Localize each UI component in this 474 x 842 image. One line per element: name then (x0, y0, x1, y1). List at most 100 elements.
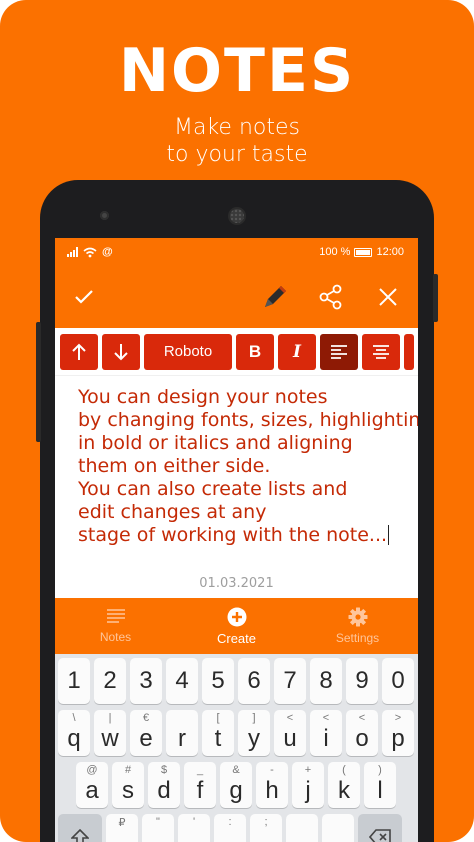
key-alt: [ (216, 712, 220, 724)
shift-key[interactable] (58, 814, 102, 842)
nav-settings[interactable]: Settings (297, 598, 418, 654)
key-label: h (265, 777, 279, 804)
note-editor[interactable]: You can design your notes by changing fo… (55, 376, 418, 598)
close-button[interactable] (371, 280, 405, 314)
align-center-icon (373, 344, 389, 359)
key-alt: ( (342, 764, 346, 776)
align-left-icon (331, 344, 347, 359)
key-9[interactable]: 9 (346, 658, 378, 704)
key-5[interactable]: 5 (202, 658, 234, 704)
arrow-up-icon (72, 343, 86, 360)
key-label: u (283, 725, 297, 752)
key-alt: & (232, 764, 240, 776)
key-a[interactable]: @ a (76, 762, 108, 808)
key-label: d (157, 777, 171, 804)
edit-button[interactable] (258, 280, 292, 314)
key-l[interactable]: ) l (364, 762, 396, 808)
key-alt: - (270, 764, 274, 776)
note-date: 01.03.2021 (199, 576, 274, 591)
key-h[interactable]: -h (256, 762, 288, 808)
note-line: You can design your notes (78, 386, 328, 408)
key-7[interactable]: 7 (274, 658, 306, 704)
key-m[interactable] (322, 814, 354, 842)
key-o[interactable]: < o (346, 710, 378, 756)
key-f[interactable]: _ f (184, 762, 216, 808)
key-label: 1 (67, 667, 81, 694)
key-v[interactable]: : (214, 814, 246, 842)
note-line: in bold or italics and aligning (78, 432, 353, 454)
check-icon (75, 290, 93, 304)
key-d[interactable]: $ d (148, 762, 180, 808)
key-alt: # (124, 764, 132, 776)
key-8[interactable]: 8 (310, 658, 342, 704)
key-0[interactable]: 0 (382, 658, 414, 704)
front-camera (100, 211, 109, 220)
key-label: 2 (103, 667, 117, 694)
key-u[interactable]: < u (274, 710, 306, 756)
promo-subtitle-line: Make notes (174, 115, 300, 140)
key-label: 4 (175, 667, 189, 694)
key-4[interactable]: 4 (166, 658, 198, 704)
key-label: e (139, 725, 153, 752)
signal-icon (67, 247, 78, 257)
battery-percent: 100 % (319, 246, 351, 258)
share-button[interactable] (314, 280, 348, 314)
clock: 12:00 (376, 246, 404, 258)
key-alt: < (322, 712, 330, 724)
key-alt: > (394, 712, 402, 724)
key-z[interactable]: ₽ (106, 814, 138, 842)
key-x[interactable]: " (142, 814, 174, 842)
bottom-navigation: Notes Create Settings (55, 598, 418, 654)
app-toolbar (55, 266, 418, 328)
key-g[interactable]: & g (220, 762, 252, 808)
keyboard-letter-row-1: \ q | w € e r [t ] y < u < i < o > p (58, 710, 415, 756)
key-label: 9 (355, 667, 369, 694)
key-2[interactable]: 2 (94, 658, 126, 704)
key-q[interactable]: \ q (58, 710, 90, 756)
key-alt: " (156, 816, 160, 828)
note-line: them on either side. (78, 455, 271, 477)
key-alt: < (358, 712, 366, 724)
key-6[interactable]: 6 (238, 658, 270, 704)
key-k[interactable]: (k (328, 762, 360, 808)
key-j[interactable]: + j (292, 762, 324, 808)
align-right-button[interactable] (404, 333, 414, 370)
key-w[interactable]: | w (94, 710, 126, 756)
key-3[interactable]: 3 (130, 658, 162, 704)
keyboard-letter-row-3: ₽ " ' : ; (58, 814, 415, 842)
key-n[interactable] (286, 814, 318, 842)
move-down-button[interactable] (102, 333, 140, 370)
key-alt: | (108, 712, 112, 724)
key-1[interactable]: 1 (58, 658, 90, 704)
align-center-button[interactable] (362, 333, 400, 370)
key-b[interactable]: ; (250, 814, 282, 842)
key-label: t (214, 725, 222, 752)
share-icon (319, 284, 342, 310)
check-button[interactable] (67, 280, 101, 314)
key-r[interactable]: r (166, 710, 198, 756)
nav-create[interactable]: Create (176, 598, 297, 654)
key-label: 8 (319, 667, 333, 694)
key-alt: : (228, 816, 232, 828)
move-up-button[interactable] (60, 333, 98, 370)
close-icon (379, 288, 397, 306)
backspace-key[interactable] (358, 814, 402, 842)
key-label: f (196, 777, 204, 804)
key-alt: € (142, 712, 150, 724)
key-label: a (85, 777, 99, 804)
bold-button[interactable]: B (236, 333, 274, 370)
font-selector-button[interactable]: Roboto (144, 333, 232, 370)
phone-power-button (433, 274, 438, 322)
italic-button[interactable]: I (278, 333, 316, 370)
key-i[interactable]: < i (310, 710, 342, 756)
nav-notes[interactable]: Notes (55, 598, 176, 654)
key-p[interactable]: > p (382, 710, 414, 756)
key-t[interactable]: [t (202, 710, 234, 756)
arrow-down-icon (114, 343, 128, 360)
key-c[interactable]: ' (178, 814, 210, 842)
align-left-button[interactable] (320, 333, 358, 370)
key-y[interactable]: ] y (238, 710, 270, 756)
at-icon: @ (102, 246, 113, 258)
key-s[interactable]: # s (112, 762, 144, 808)
key-e[interactable]: € e (130, 710, 162, 756)
